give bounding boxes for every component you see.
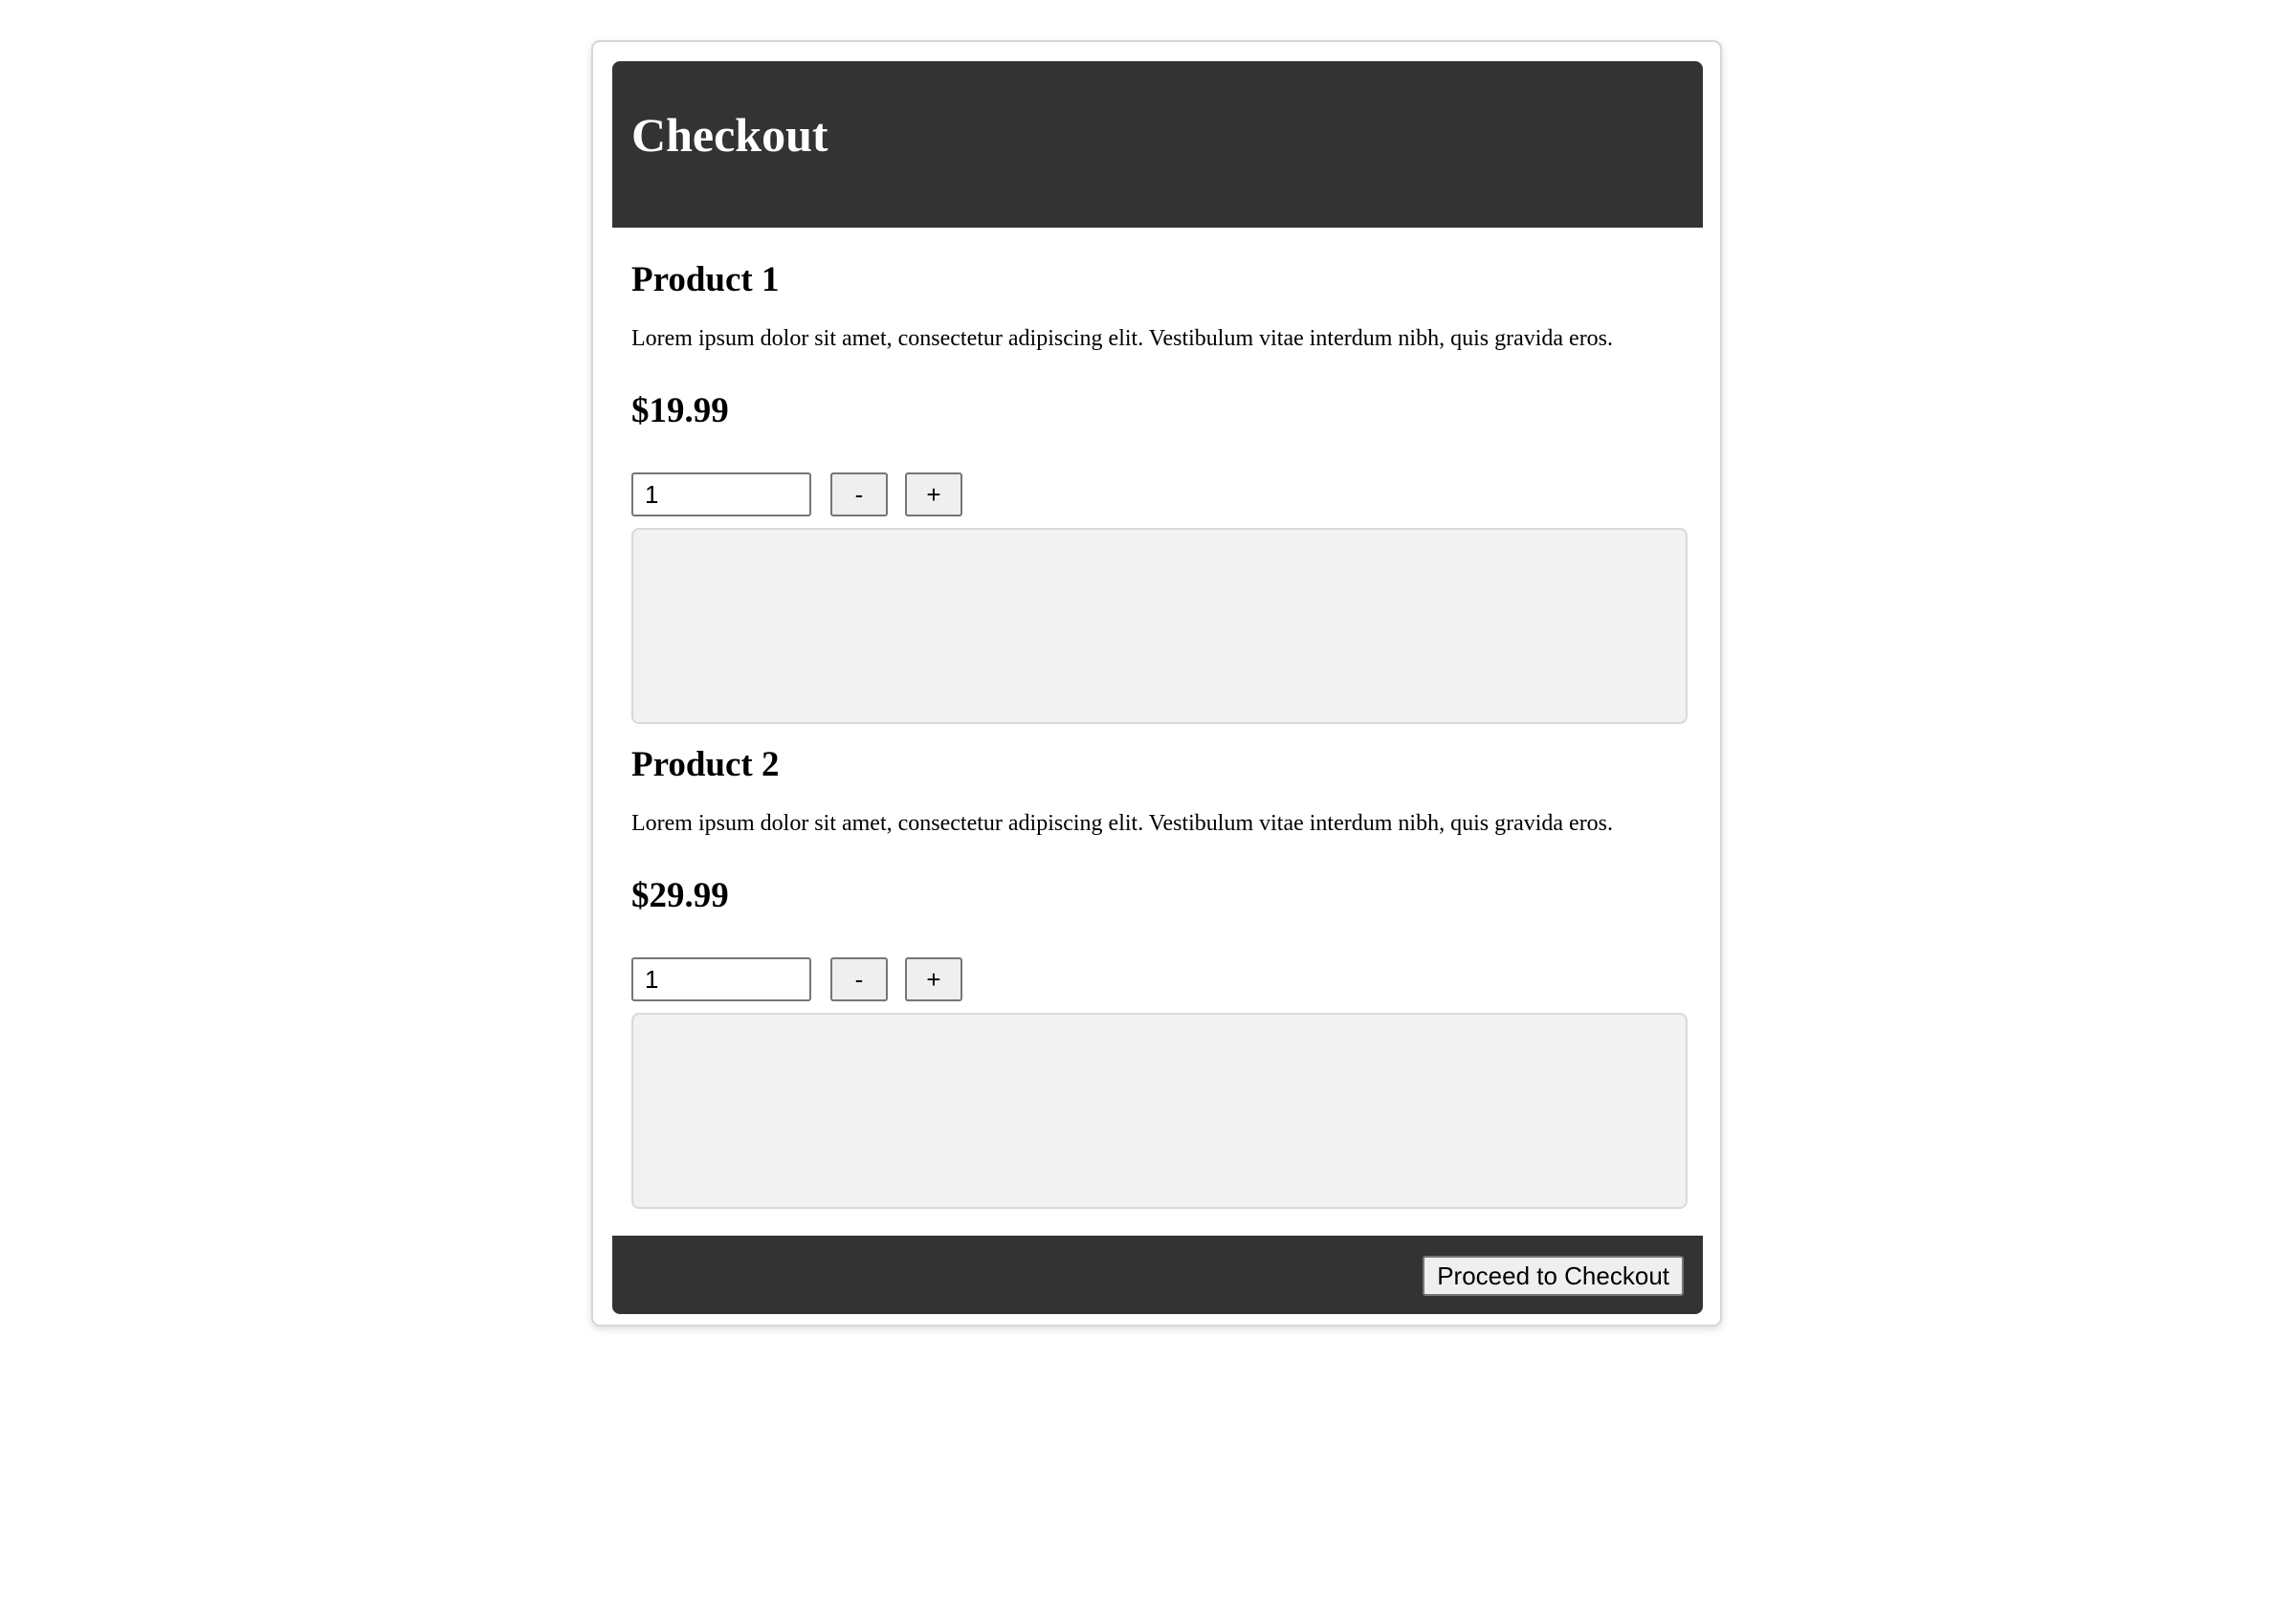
- product-item-1: Product 1 Lorem ipsum dolor sit amet, co…: [631, 262, 1688, 740]
- product-price: $29.99: [631, 876, 729, 915]
- proceed-to-checkout-button[interactable]: Proceed to Checkout: [1423, 1256, 1684, 1296]
- checkout-header: Checkout: [612, 61, 1703, 228]
- checkout-footer: Proceed to Checkout: [612, 1236, 1703, 1314]
- page-title: Checkout: [631, 108, 828, 162]
- product-price: $19.99: [631, 391, 729, 430]
- decrement-quantity-button[interactable]: -: [830, 472, 888, 516]
- decrement-quantity-button[interactable]: -: [830, 957, 888, 1001]
- increment-quantity-button[interactable]: +: [905, 957, 962, 1001]
- product-description: Lorem ipsum dolor sit amet, consectetur …: [631, 811, 1614, 836]
- product-item-2: Product 2 Lorem ipsum dolor sit amet, co…: [631, 747, 1688, 1225]
- checkout-card: Checkout Product 1 Lorem ipsum dolor sit…: [591, 40, 1722, 1327]
- product-name: Product 2: [631, 745, 780, 784]
- quantity-input[interactable]: [631, 472, 811, 516]
- increment-quantity-button[interactable]: +: [905, 472, 962, 516]
- product-image-placeholder: [631, 528, 1688, 724]
- product-name: Product 1: [631, 260, 780, 299]
- product-image-placeholder: [631, 1013, 1688, 1209]
- product-description: Lorem ipsum dolor sit amet, consectetur …: [631, 326, 1614, 351]
- quantity-input[interactable]: [631, 957, 811, 1001]
